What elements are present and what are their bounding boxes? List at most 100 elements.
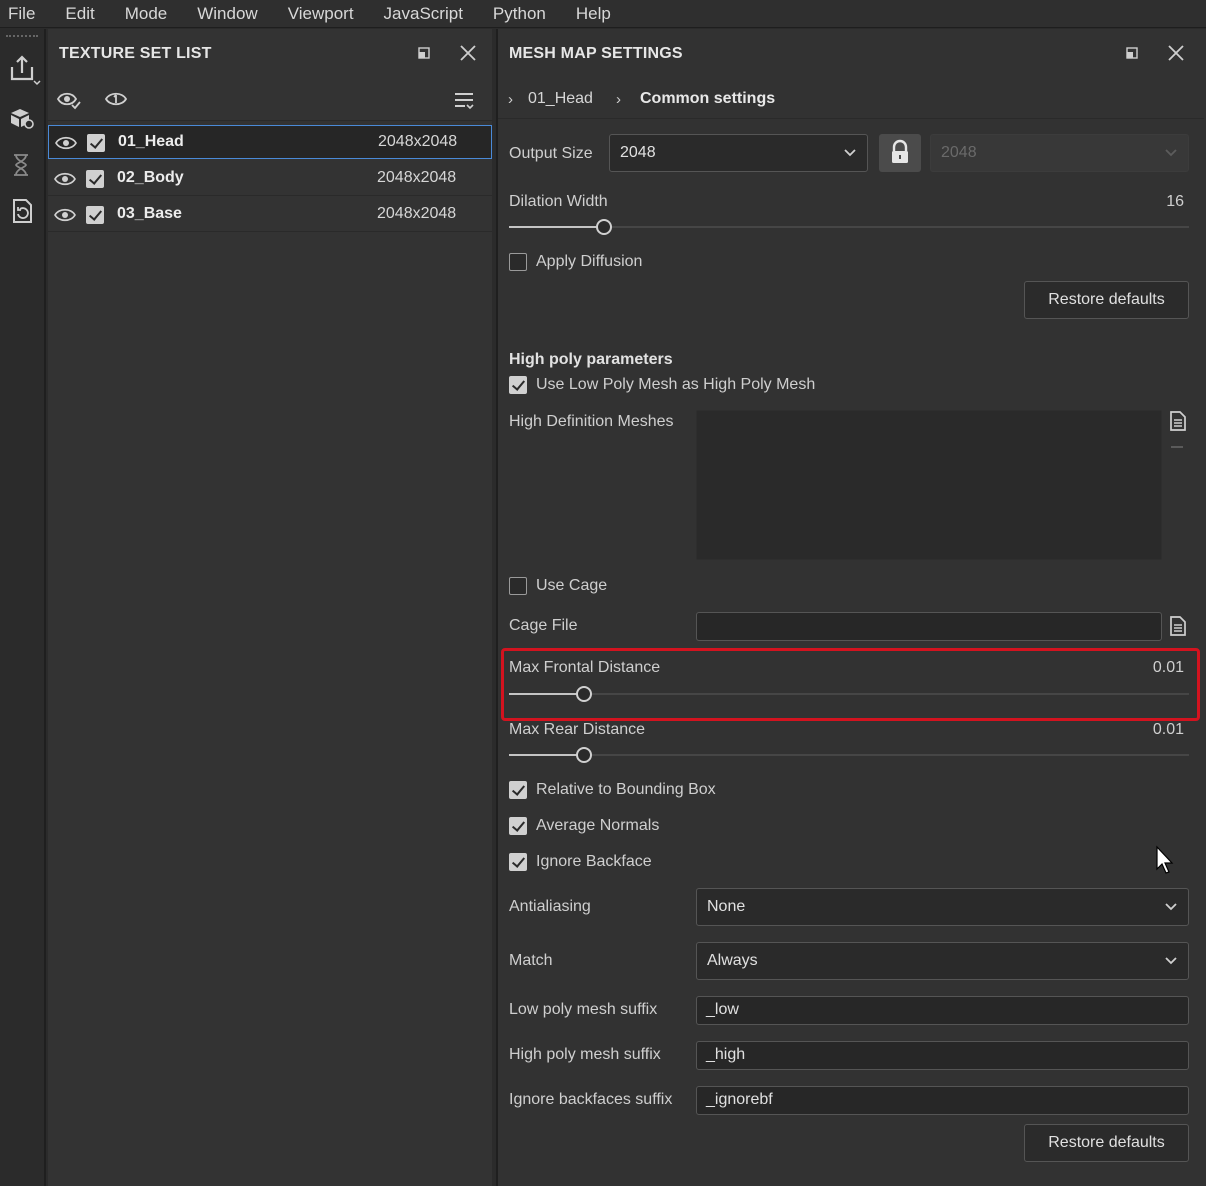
chevron-down-icon: [1165, 149, 1177, 157]
lock-icon: [892, 139, 908, 163]
antialiasing-select[interactable]: None: [696, 888, 1189, 926]
breadcrumb-current: Common settings: [640, 90, 776, 107]
breadcrumb-texture-set[interactable]: 01_Head: [528, 90, 593, 108]
menu-window[interactable]: Window: [197, 4, 257, 24]
high-suffix-value: _high: [706, 1046, 746, 1063]
dilation-width-label: Dilation Width: [509, 193, 608, 210]
checkbox-box[interactable]: [509, 253, 527, 271]
panel-title: TEXTURE SET LIST: [59, 45, 212, 62]
checkbox-box[interactable]: [509, 781, 527, 799]
visibility-toggle-icon[interactable]: [56, 88, 82, 117]
texture-set-size: 2048x2048: [378, 133, 458, 150]
slider-thumb[interactable]: [596, 219, 612, 235]
dilation-width-slider[interactable]: [509, 217, 1189, 237]
output-size-value: 2048: [620, 144, 656, 161]
list-options-icon[interactable]: [452, 89, 476, 118]
average-normals-label: Average Normals: [536, 817, 660, 834]
eye-icon[interactable]: [54, 170, 76, 193]
output-size-label: Output Size: [509, 145, 593, 162]
row-checkbox[interactable]: [86, 206, 104, 224]
menu-bar: File Edit Mode Window Viewport JavaScrip…: [0, 0, 1206, 28]
menu-javascript[interactable]: JavaScript: [384, 4, 463, 24]
file-browse-icon[interactable]: [1168, 615, 1188, 642]
export-icon[interactable]: [8, 53, 41, 86]
low-suffix-input[interactable]: _low: [696, 996, 1189, 1025]
menu-help[interactable]: Help: [576, 4, 611, 24]
history-icon[interactable]: [8, 151, 36, 179]
high-poly-section-title: High poly parameters: [509, 351, 673, 368]
texture-set-row[interactable]: 01_Head 2048x2048: [48, 125, 492, 159]
mesh-map-settings-panel: MESH MAP SETTINGS › 01_Head › Common set…: [496, 29, 1206, 1186]
max-rear-distance-slider[interactable]: [509, 745, 1189, 765]
menu-file[interactable]: File: [8, 4, 35, 24]
use-cage-checkbox[interactable]: Use Cage: [509, 577, 607, 595]
output-size-height-value: 2048: [941, 144, 977, 161]
slider-thumb[interactable]: [576, 686, 592, 702]
ignore-suffix-label: Ignore backfaces suffix: [509, 1091, 673, 1108]
chevron-right-icon: ›: [508, 91, 513, 108]
undock-icon[interactable]: [414, 43, 434, 63]
texture-set-name: 02_Body: [117, 169, 184, 186]
chevron-down-icon: [844, 149, 856, 157]
menu-edit[interactable]: Edit: [65, 4, 94, 24]
checkbox-box[interactable]: [509, 853, 527, 871]
texture-set-row[interactable]: 02_Body 2048x2048: [48, 162, 492, 196]
ignore-suffix-value: _ignorebf: [706, 1091, 773, 1108]
output-size-height-select: 2048: [930, 134, 1189, 172]
restore-defaults-button[interactable]: Restore defaults: [1024, 281, 1189, 319]
solo-visibility-icon[interactable]: [104, 88, 130, 117]
close-icon[interactable]: [458, 43, 478, 63]
remove-icon[interactable]: [1171, 446, 1183, 448]
chevron-right-icon: ›: [616, 91, 621, 108]
dilation-width-value[interactable]: 16: [1098, 193, 1184, 211]
average-normals-checkbox[interactable]: Average Normals: [509, 817, 659, 835]
texture-set-list-panel: TEXTURE SET LIST 01_Head 2048x2048 02_Bo…: [48, 29, 492, 1186]
high-definition-meshes-list[interactable]: [696, 410, 1162, 560]
row-checkbox[interactable]: [86, 170, 104, 188]
texture-set-row[interactable]: 03_Base 2048x2048: [48, 198, 492, 232]
ignore-backface-checkbox[interactable]: Ignore Backface: [509, 853, 652, 871]
checkbox-box[interactable]: [509, 376, 527, 394]
add-file-icon[interactable]: [1168, 410, 1188, 437]
left-toolbar: [0, 29, 46, 1186]
texture-set-name: 03_Base: [117, 205, 182, 222]
checkbox-box[interactable]: [509, 577, 527, 595]
eye-icon[interactable]: [54, 206, 76, 229]
bake-mesh-icon[interactable]: [8, 105, 36, 133]
chevron-down-icon: [1165, 903, 1177, 911]
checkbox-box[interactable]: [509, 817, 527, 835]
chevron-down-icon: [1165, 957, 1177, 965]
antialiasing-label: Antialiasing: [509, 898, 591, 915]
apply-diffusion-checkbox[interactable]: Apply Diffusion: [509, 253, 642, 271]
cage-file-field[interactable]: [696, 612, 1162, 641]
toolbar-grip[interactable]: [6, 35, 38, 38]
resource-updater-icon[interactable]: [8, 197, 36, 225]
use-low-poly-checkbox[interactable]: Use Low Poly Mesh as High Poly Mesh: [509, 376, 815, 394]
texture-set-toolbar: [48, 81, 492, 121]
ignore-suffix-input[interactable]: _ignorebf: [696, 1086, 1189, 1115]
high-definition-meshes-label: High Definition Meshes: [509, 413, 674, 430]
high-suffix-input[interactable]: _high: [696, 1041, 1189, 1070]
breadcrumb: › 01_Head › Common settings: [498, 81, 1204, 119]
undock-icon[interactable]: [1122, 43, 1142, 63]
menu-mode[interactable]: Mode: [125, 4, 168, 24]
max-rear-distance-value[interactable]: 0.01: [1098, 721, 1184, 739]
close-icon[interactable]: [1166, 43, 1186, 63]
low-suffix-value: _low: [706, 1001, 739, 1018]
menu-viewport[interactable]: Viewport: [288, 4, 354, 24]
max-frontal-distance-value[interactable]: 0.01: [1098, 659, 1184, 677]
relative-bbox-checkbox[interactable]: Relative to Bounding Box: [509, 781, 716, 799]
output-size-select[interactable]: 2048: [609, 134, 868, 172]
texture-set-size: 2048x2048: [377, 205, 457, 222]
restore-defaults-button-2[interactable]: Restore defaults: [1024, 1124, 1189, 1162]
relative-bbox-label: Relative to Bounding Box: [536, 781, 716, 798]
cage-file-label: Cage File: [509, 617, 578, 634]
row-checkbox[interactable]: [87, 134, 105, 152]
slider-thumb[interactable]: [576, 747, 592, 763]
match-select[interactable]: Always: [696, 942, 1189, 980]
lock-ratio-button[interactable]: [879, 134, 921, 172]
eye-icon[interactable]: [55, 134, 77, 157]
menu-python[interactable]: Python: [493, 4, 546, 24]
max-frontal-distance-slider[interactable]: [509, 684, 1189, 704]
high-suffix-label: High poly mesh suffix: [509, 1046, 661, 1063]
